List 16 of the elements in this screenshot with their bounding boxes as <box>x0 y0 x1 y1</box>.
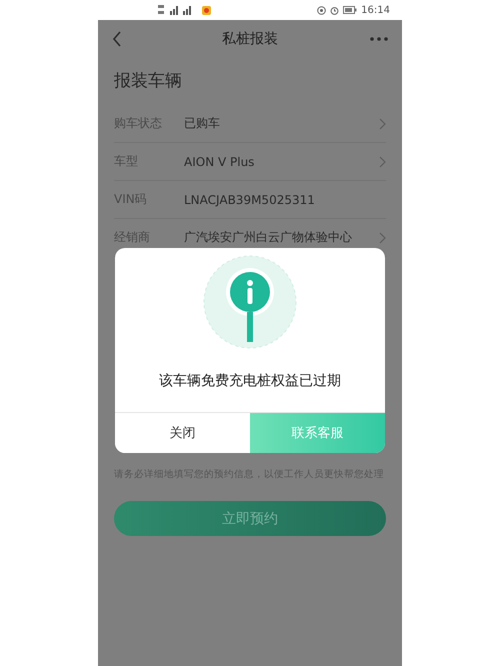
more-icon[interactable] <box>370 37 388 41</box>
page-title: 私桩报装 <box>222 30 278 48</box>
back-icon[interactable] <box>112 31 122 47</box>
section-title: 报装车辆 <box>113 70 183 93</box>
notification-icon <box>202 6 211 14</box>
submit-button[interactable]: 立即预约 <box>114 501 386 536</box>
field-value: LNACJAB39M5025311 <box>184 192 316 206</box>
field-value: 已购车 <box>184 115 221 132</box>
battery-icon <box>343 6 358 14</box>
field-value: AION V Plus <box>184 154 256 168</box>
info-icon <box>202 254 298 350</box>
dialog-message: 该车辆免费充电桩权益已过期 <box>159 372 341 390</box>
alarm-icon <box>330 6 340 14</box>
field-value: 广汽埃安广州白云广物体验中心 <box>184 229 353 246</box>
contact-button[interactable]: 联系客服 <box>250 413 385 453</box>
clock-time: 16:14 <box>361 4 390 16</box>
